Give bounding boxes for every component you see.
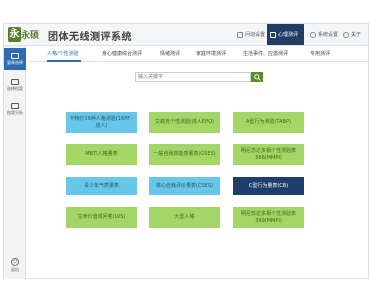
- sidebar-item-label: 选择档案: [7, 85, 23, 91]
- sidebar: 量表选择 选择档案 档案分析 ⏻ 退出: [4, 46, 26, 279]
- inquiry-settings-button[interactable]: 问询设置: [234, 24, 268, 45]
- logo: 永 永硕: [8, 26, 44, 43]
- tab-special[interactable]: 专用测评: [310, 50, 330, 57]
- scale-tile[interactable]: 明尼苏达多相个性测验表566(MMPI): [233, 144, 304, 165]
- sidebar-item-scale-select[interactable]: 量表选择: [4, 48, 26, 70]
- gear-icon: [310, 31, 316, 38]
- scale-tile[interactable]: A型行为测验(TABP): [233, 112, 304, 133]
- about-button[interactable]: 关于: [340, 24, 364, 45]
- scale-tile[interactable]: 艾森克个性测验(成人EPQ): [149, 112, 220, 133]
- scale-tile[interactable]: C型行为量表(CB): [233, 177, 304, 195]
- header: 永 永硕 团体无线测评系统 问询设置 心理测评 系统设置 关于: [4, 24, 368, 46]
- exit-label: 退出: [11, 267, 19, 272]
- category-tabs: 人格/个性测验 身心健康综合测评 情绪测评 家庭环境测评 生活事件、应激测评 专…: [28, 48, 368, 62]
- sidebar-item-label: 量表选择: [7, 59, 23, 65]
- scale-tile[interactable]: 九型人格: [149, 207, 220, 228]
- chart-icon: [11, 102, 19, 109]
- psych-assessment-button[interactable]: 心理测评: [267, 24, 304, 45]
- scale-tile[interactable]: 一般自我效能感量表(GSES): [149, 144, 220, 165]
- sidebar-item-label: 档案分析: [7, 109, 23, 115]
- exit-button[interactable]: ⏻ 退出: [4, 258, 26, 273]
- tab-family-environment[interactable]: 家庭环境测评: [196, 50, 226, 57]
- system-settings-label: 系统设置: [318, 32, 339, 38]
- shield-icon: [270, 31, 276, 38]
- scale-tile[interactable]: MBTI人格量表: [66, 144, 137, 165]
- info-icon: [343, 31, 349, 38]
- app-title: 团体无线测评系统: [48, 32, 132, 43]
- sidebar-item-archive-analysis[interactable]: 档案分析: [4, 98, 26, 120]
- tab-mind-body-health[interactable]: 身心健康综合测评: [102, 50, 142, 57]
- tab-life-events-stress[interactable]: 生活事件、应激测评: [243, 50, 288, 57]
- scale-tile[interactable]: 青少年气质量表: [66, 177, 137, 195]
- sidebar-item-select-archive[interactable]: 选择档案: [4, 74, 26, 96]
- scale-tile[interactable]: 明尼苏达多相个性测验表399(MMPI): [233, 207, 304, 228]
- psych-assessment-label: 心理测评: [278, 32, 299, 38]
- app-window: 永 永硕 团体无线测评系统 问询设置 心理测评 系统设置 关于 量表选择 选择档…: [3, 23, 369, 279]
- search-icon: [253, 73, 261, 81]
- scale-tile[interactable]: 核心自我评价量表(CSES): [149, 177, 220, 195]
- about-label: 关于: [351, 32, 362, 38]
- clipboard-icon: [237, 31, 243, 38]
- folder-icon: [11, 78, 19, 85]
- search-button[interactable]: [251, 72, 263, 82]
- active-tab-underline: [47, 60, 81, 62]
- scale-tile[interactable]: 卡特尔16种人格测验(16PF - 成人): [66, 112, 137, 133]
- logo-mark: 永: [8, 27, 21, 42]
- logo-text: 永硕: [21, 31, 40, 41]
- grid-icon: [11, 52, 19, 59]
- tab-emotion[interactable]: 情绪测评: [160, 50, 180, 57]
- search-input[interactable]: [135, 72, 251, 82]
- power-icon: ⏻: [11, 258, 19, 266]
- scale-tile[interactable]: 生命价值观问卷(LVS): [66, 207, 137, 228]
- inquiry-settings-label: 问询设置: [245, 32, 266, 38]
- system-settings-button[interactable]: 系统设置: [307, 24, 341, 45]
- tab-personality[interactable]: 人格/个性测验: [47, 50, 79, 57]
